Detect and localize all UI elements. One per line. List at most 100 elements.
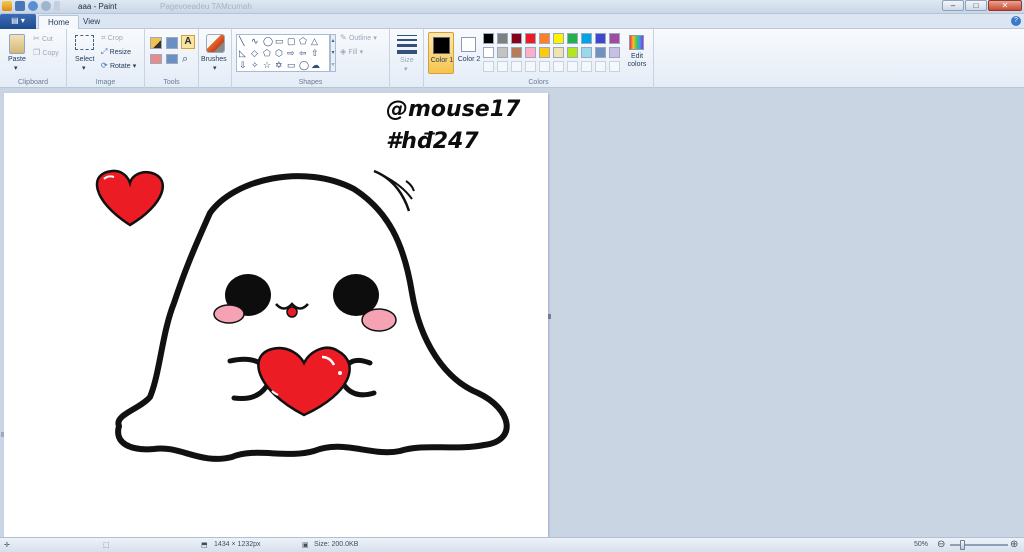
help-icon[interactable]: ? [1011, 16, 1021, 26]
drawing-canvas[interactable]: @mouse17 #hđ247 [4, 93, 548, 537]
magnifier-icon[interactable]: ⌕ [182, 53, 188, 66]
palette-color-swatch[interactable] [553, 47, 564, 58]
palette-color-swatch[interactable] [581, 33, 592, 44]
right-arrow-shape-icon[interactable]: ⇨ [287, 49, 295, 58]
select-dropdown-icon[interactable]: ▾ [82, 64, 86, 72]
tab-view[interactable]: View [74, 15, 109, 29]
triangle-shape-icon[interactable]: △ [311, 37, 318, 46]
maximize-button[interactable]: □ [965, 0, 987, 11]
zoom-slider-thumb[interactable] [960, 540, 965, 550]
palette-color-swatch[interactable] [483, 47, 494, 58]
palette-color-swatch[interactable] [553, 33, 564, 44]
palette-custom-slot[interactable] [511, 61, 522, 72]
left-arrow-shape-icon[interactable]: ⇦ [299, 49, 307, 58]
customize-qat-icon[interactable] [54, 1, 60, 11]
curve-shape-icon[interactable]: ∿ [251, 37, 259, 46]
palette-color-swatch[interactable] [525, 33, 536, 44]
rotate-button[interactable]: ⟳ Rotate ▾ [101, 61, 136, 70]
palette-color-swatch[interactable] [609, 33, 620, 44]
paste-dropdown-icon[interactable]: ▾ [14, 64, 18, 72]
rectangle-shape-icon[interactable]: ▭ [275, 37, 284, 46]
shapes-gallery[interactable]: ╲ ∿ ◯ ▭ ▢ ⬠ △ ◺ ◇ ⬠ ⬡ ⇨ ⇦ ⇧ ⇩ ✧ ☆ ✡ ▭ ◯ … [236, 34, 330, 72]
diamond-shape-icon[interactable]: ◇ [251, 49, 258, 58]
file-menu-button[interactable]: ▤ ▾ [0, 14, 36, 29]
edit-colors-button[interactable]: Edit colors [624, 33, 650, 75]
size-button[interactable]: Size [400, 57, 414, 64]
down-arrow-shape-icon[interactable]: ⇩ [239, 61, 247, 70]
callout-shape-icon[interactable]: ▭ [287, 61, 296, 70]
resize-button[interactable]: ⤢ Resize [101, 47, 131, 57]
fill-button[interactable]: ◈ Fill ▾ [340, 47, 363, 56]
zoom-in-button[interactable]: ⊕ [1010, 539, 1018, 550]
palette-color-swatch[interactable] [497, 47, 508, 58]
paint-app-icon[interactable] [2, 1, 12, 11]
palette-color-swatch[interactable] [539, 47, 550, 58]
line-size-icon[interactable] [397, 35, 417, 54]
palette-color-swatch[interactable] [497, 33, 508, 44]
text-tool-button[interactable]: A [181, 35, 195, 49]
four-point-star-shape-icon[interactable]: ✧ [251, 61, 259, 70]
save-icon[interactable] [15, 1, 25, 11]
palette-custom-slot[interactable] [581, 61, 592, 72]
shapes-scroll[interactable]: ▴ ▾ ▿ [330, 34, 336, 72]
palette-color-swatch[interactable] [595, 47, 606, 58]
palette-color-swatch[interactable] [581, 47, 592, 58]
eraser-icon[interactable] [150, 54, 162, 64]
pencil-icon[interactable] [150, 37, 162, 49]
color-picker-icon[interactable] [166, 54, 178, 64]
up-arrow-shape-icon[interactable]: ⇧ [311, 49, 319, 58]
palette-custom-slot[interactable] [539, 61, 550, 72]
palette-color-swatch[interactable] [609, 47, 620, 58]
color1-button[interactable]: Color 1 [428, 32, 454, 74]
palette-custom-slot[interactable] [497, 61, 508, 72]
hexagon-shape-icon[interactable]: ⬡ [275, 49, 283, 58]
resize-handle-left[interactable] [1, 432, 4, 437]
palette-custom-slot[interactable] [595, 61, 606, 72]
six-point-star-shape-icon[interactable]: ✡ [275, 61, 283, 70]
close-button[interactable]: ✕ [988, 0, 1022, 11]
minimize-button[interactable]: – [942, 0, 964, 11]
zoom-slider-track[interactable] [950, 544, 1008, 546]
size-dropdown-icon[interactable]: ▾ [404, 65, 408, 73]
paste-icon[interactable] [9, 34, 25, 54]
crop-icon: ⌗ [101, 33, 106, 42]
palette-color-swatch[interactable] [595, 33, 606, 44]
oval-callout-shape-icon[interactable]: ◯ [299, 61, 309, 70]
cut-button[interactable]: ✂ Cut [33, 34, 53, 43]
select-button[interactable]: Select [75, 56, 94, 63]
select-icon[interactable] [75, 35, 94, 50]
brushes-button[interactable]: Brushes [201, 56, 227, 63]
copy-button[interactable]: ❐ Copy [33, 48, 59, 57]
five-point-star-shape-icon[interactable]: ☆ [263, 61, 271, 70]
palette-color-swatch[interactable] [511, 33, 522, 44]
palette-custom-slot[interactable] [553, 61, 564, 72]
palette-custom-slot[interactable] [525, 61, 536, 72]
paste-button[interactable]: Paste [8, 56, 26, 63]
palette-custom-slot[interactable] [609, 61, 620, 72]
color2-button[interactable]: Color 2 [456, 32, 482, 74]
brushes-dropdown-icon[interactable]: ▾ [213, 64, 217, 72]
rounded-rectangle-shape-icon[interactable]: ▢ [287, 37, 296, 46]
zoom-out-button[interactable]: ⊖ [937, 539, 945, 550]
palette-color-swatch[interactable] [525, 47, 536, 58]
cloud-callout-shape-icon[interactable]: ☁ [311, 61, 320, 70]
palette-color-swatch[interactable] [511, 47, 522, 58]
oval-shape-icon[interactable]: ◯ [263, 37, 273, 46]
palette-custom-slot[interactable] [483, 61, 494, 72]
line-shape-icon[interactable]: ╲ [239, 37, 244, 46]
palette-custom-slot[interactable] [567, 61, 578, 72]
fill-bucket-icon[interactable] [166, 37, 178, 49]
palette-color-swatch[interactable] [483, 33, 494, 44]
brushes-icon[interactable] [206, 34, 225, 53]
right-triangle-shape-icon[interactable]: ◺ [239, 49, 246, 58]
pentagon-shape-icon[interactable]: ⬠ [263, 49, 271, 58]
outline-button[interactable]: ✎ Outline ▾ [340, 33, 377, 42]
redo-icon[interactable] [41, 1, 51, 11]
crop-button[interactable]: ⌗ Crop [101, 33, 123, 43]
undo-icon[interactable] [28, 1, 38, 11]
palette-color-swatch[interactable] [567, 33, 578, 44]
palette-color-swatch[interactable] [567, 47, 578, 58]
resize-handle-right[interactable] [548, 314, 551, 319]
palette-color-swatch[interactable] [539, 33, 550, 44]
polygon-shape-icon[interactable]: ⬠ [299, 37, 307, 46]
